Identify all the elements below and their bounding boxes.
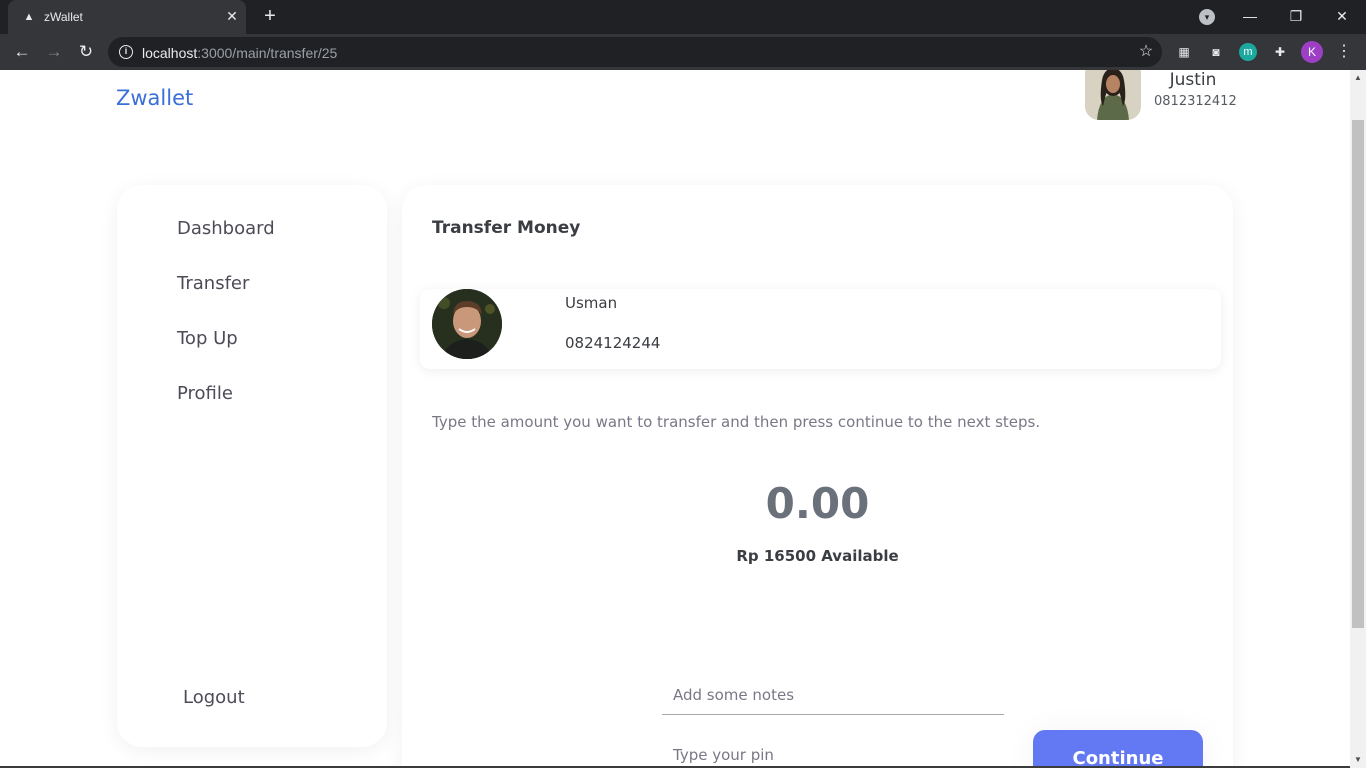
browser-menu-icon[interactable]: ⋮ (1333, 41, 1355, 63)
tab-title: zWallet (44, 10, 83, 24)
url-text[interactable]: localhost:3000/main/transfer/25 (142, 45, 337, 61)
recipient-card: Usman 0824124244 (420, 289, 1221, 369)
forward-arrow-icon[interactable]: → (42, 40, 66, 64)
back-arrow-icon[interactable]: ← (10, 40, 34, 64)
recipient-name: Usman (565, 294, 618, 312)
sidebar-item-transfer[interactable]: Transfer (177, 273, 249, 294)
logout-button[interactable]: Logout (183, 687, 245, 708)
extension-m-icon[interactable]: m (1239, 43, 1257, 61)
pin-input[interactable] (662, 735, 1004, 768)
tab-close-icon[interactable]: ✕ (222, 6, 242, 26)
sidebar-item-dashboard[interactable]: Dashboard (177, 218, 275, 239)
notes-input[interactable] (662, 675, 1004, 715)
transfer-instruction: Type the amount you want to transfer and… (432, 413, 1041, 431)
amount-input[interactable]: 0.00 (402, 479, 1233, 528)
page-title: Transfer Money (432, 218, 581, 238)
bookmark-star-icon[interactable]: ☆ (1135, 41, 1157, 63)
zwallet-favicon-icon: ▲ (23, 11, 35, 23)
user-avatar[interactable] (1085, 70, 1141, 120)
new-tab-button[interactable]: + (258, 4, 282, 28)
close-window-button[interactable]: ✕ (1322, 2, 1362, 30)
brand-logo[interactable]: Zwallet (116, 86, 193, 110)
browser-toolbar: ← → ↻ i localhost:3000/main/transfer/25 … (0, 34, 1366, 70)
user-avatar-image (1085, 70, 1141, 120)
continue-button[interactable]: Continue (1033, 730, 1203, 768)
camera-icon[interactable]: ◙ (1205, 41, 1227, 63)
browser-tab[interactable]: ▲ zWallet ✕ (8, 0, 246, 34)
sidebar-item-profile[interactable]: Profile (177, 383, 233, 404)
tab-search-icon[interactable]: ▾ (1199, 9, 1215, 25)
sidebar: Dashboard Transfer Top Up Profile Logout (117, 185, 387, 747)
site-info-icon[interactable]: i (119, 45, 133, 59)
minimize-button[interactable]: — (1230, 2, 1270, 30)
sidebar-item-top-up[interactable]: Top Up (177, 328, 238, 349)
restore-button[interactable]: ❐ (1276, 2, 1316, 30)
user-name: Justin (1169, 70, 1217, 90)
qr-code-icon[interactable]: ▦ (1173, 41, 1195, 63)
page-content: Zwallet Justin 0812312412 Dashboard Tran… (0, 70, 1350, 768)
scroll-up-arrow-icon[interactable]: ▲ (1350, 70, 1366, 86)
recipient-avatar (432, 289, 502, 359)
user-phone: 0812312412 (1154, 94, 1237, 109)
transfer-panel: Transfer Money Usman 0824124244 Type the… (402, 185, 1233, 768)
recipient-avatar-image (432, 289, 502, 359)
profile-avatar[interactable]: K (1301, 41, 1323, 63)
browser-tab-strip: ▲ zWallet ✕ + ▾ — ❐ ✕ (0, 0, 1366, 34)
page-scrollbar[interactable]: ▲ ▼ (1350, 70, 1366, 768)
address-bar[interactable]: i localhost:3000/main/transfer/25 ☆ (108, 37, 1162, 67)
scroll-down-arrow-icon[interactable]: ▼ (1350, 752, 1366, 768)
available-balance: Rp 16500 Available (736, 547, 899, 565)
scrollbar-thumb[interactable] (1352, 120, 1364, 628)
recipient-phone: 0824124244 (565, 334, 661, 352)
extensions-puzzle-icon[interactable]: ✚ (1269, 41, 1291, 63)
reload-icon[interactable]: ↻ (74, 40, 98, 64)
